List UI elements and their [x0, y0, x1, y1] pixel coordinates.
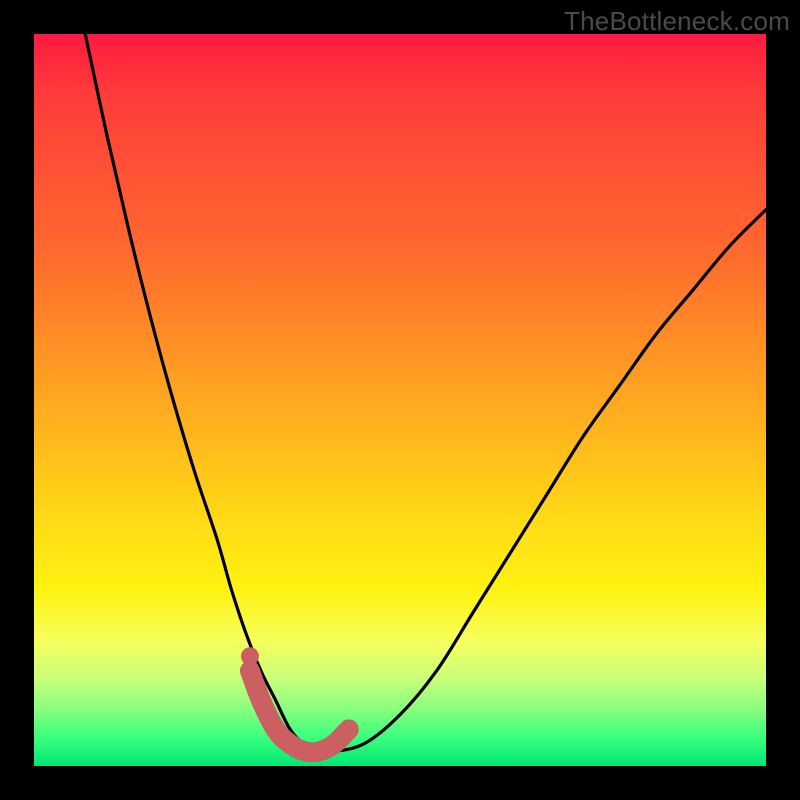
curve-svg	[34, 34, 766, 766]
outer-frame: TheBottleneck.com	[0, 0, 800, 800]
valley-highlight	[250, 671, 349, 752]
valley-highlight-dot	[241, 647, 259, 665]
bottleneck-curve	[85, 34, 766, 751]
watermark-text: TheBottleneck.com	[564, 6, 790, 37]
plot-area	[34, 34, 766, 766]
